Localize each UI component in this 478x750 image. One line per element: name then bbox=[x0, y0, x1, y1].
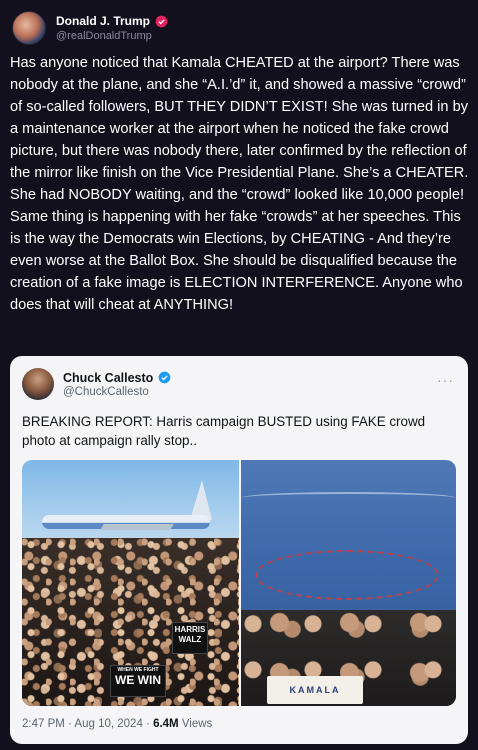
quoted-author-handle[interactable]: @ChuckCallesto bbox=[63, 386, 171, 398]
verified-badge-icon bbox=[158, 371, 171, 384]
post-body-text: Has anyone noticed that Kamala CHEATED a… bbox=[10, 55, 469, 313]
quoted-author-info: Chuck Callesto @ChuckCallesto bbox=[63, 371, 171, 398]
quoted-post-meta: 2:47 PM · Aug 10, 2024 · 6.4M Views bbox=[22, 718, 212, 730]
sign-kamala: KAMALA bbox=[267, 676, 363, 704]
plane-tail bbox=[190, 480, 212, 520]
avatar[interactable] bbox=[12, 11, 46, 45]
quoted-post-card[interactable]: Chuck Callesto @ChuckCallesto ··· BREAKI… bbox=[10, 356, 468, 744]
fuselage-edge bbox=[241, 492, 456, 504]
author-name[interactable]: Donald J. Trump bbox=[56, 14, 150, 28]
plane-reflection-photo[interactable]: KAMALA bbox=[241, 460, 456, 706]
post-header: Donald J. Trump @realDonaldTrump bbox=[12, 8, 168, 48]
quoted-avatar[interactable] bbox=[22, 368, 54, 400]
quoted-name-row: Chuck Callesto bbox=[63, 371, 171, 385]
author-info: Donald J. Trump @realDonaldTrump bbox=[56, 14, 168, 42]
sign-we-win-text: WE WIN bbox=[115, 673, 161, 687]
sign-harris-text: HARRIS bbox=[174, 625, 206, 634]
quoted-author-name[interactable]: Chuck Callesto bbox=[63, 371, 153, 385]
views-label: Views bbox=[178, 718, 213, 730]
plane-wing bbox=[100, 524, 174, 530]
verified-badge-icon bbox=[155, 15, 168, 27]
highlight-circle bbox=[255, 550, 439, 600]
quoted-timestamp[interactable]: 2:47 PM · Aug 10, 2024 · bbox=[22, 718, 153, 730]
quoted-post-text: BREAKING REPORT: Harris campaign BUSTED … bbox=[22, 414, 426, 448]
ellipsis-icon[interactable]: ··· bbox=[437, 372, 454, 388]
quoted-post-header: Chuck Callesto @ChuckCallesto bbox=[22, 368, 171, 400]
views-count: 6.4M bbox=[153, 718, 179, 730]
sign-walz-text: WALZ bbox=[178, 635, 202, 644]
quoted-media[interactable]: HARRIS WALZ WHEN WE FIGHT WE WIN KAMALA bbox=[22, 460, 456, 706]
sign-harris-walz: HARRIS WALZ bbox=[172, 622, 208, 654]
crowd-photo[interactable]: HARRIS WALZ WHEN WE FIGHT WE WIN bbox=[22, 460, 239, 706]
sign-we-win: WHEN WE FIGHT WE WIN bbox=[110, 665, 166, 697]
author-name-row: Donald J. Trump bbox=[56, 14, 168, 28]
author-handle[interactable]: @realDonaldTrump bbox=[56, 30, 168, 42]
